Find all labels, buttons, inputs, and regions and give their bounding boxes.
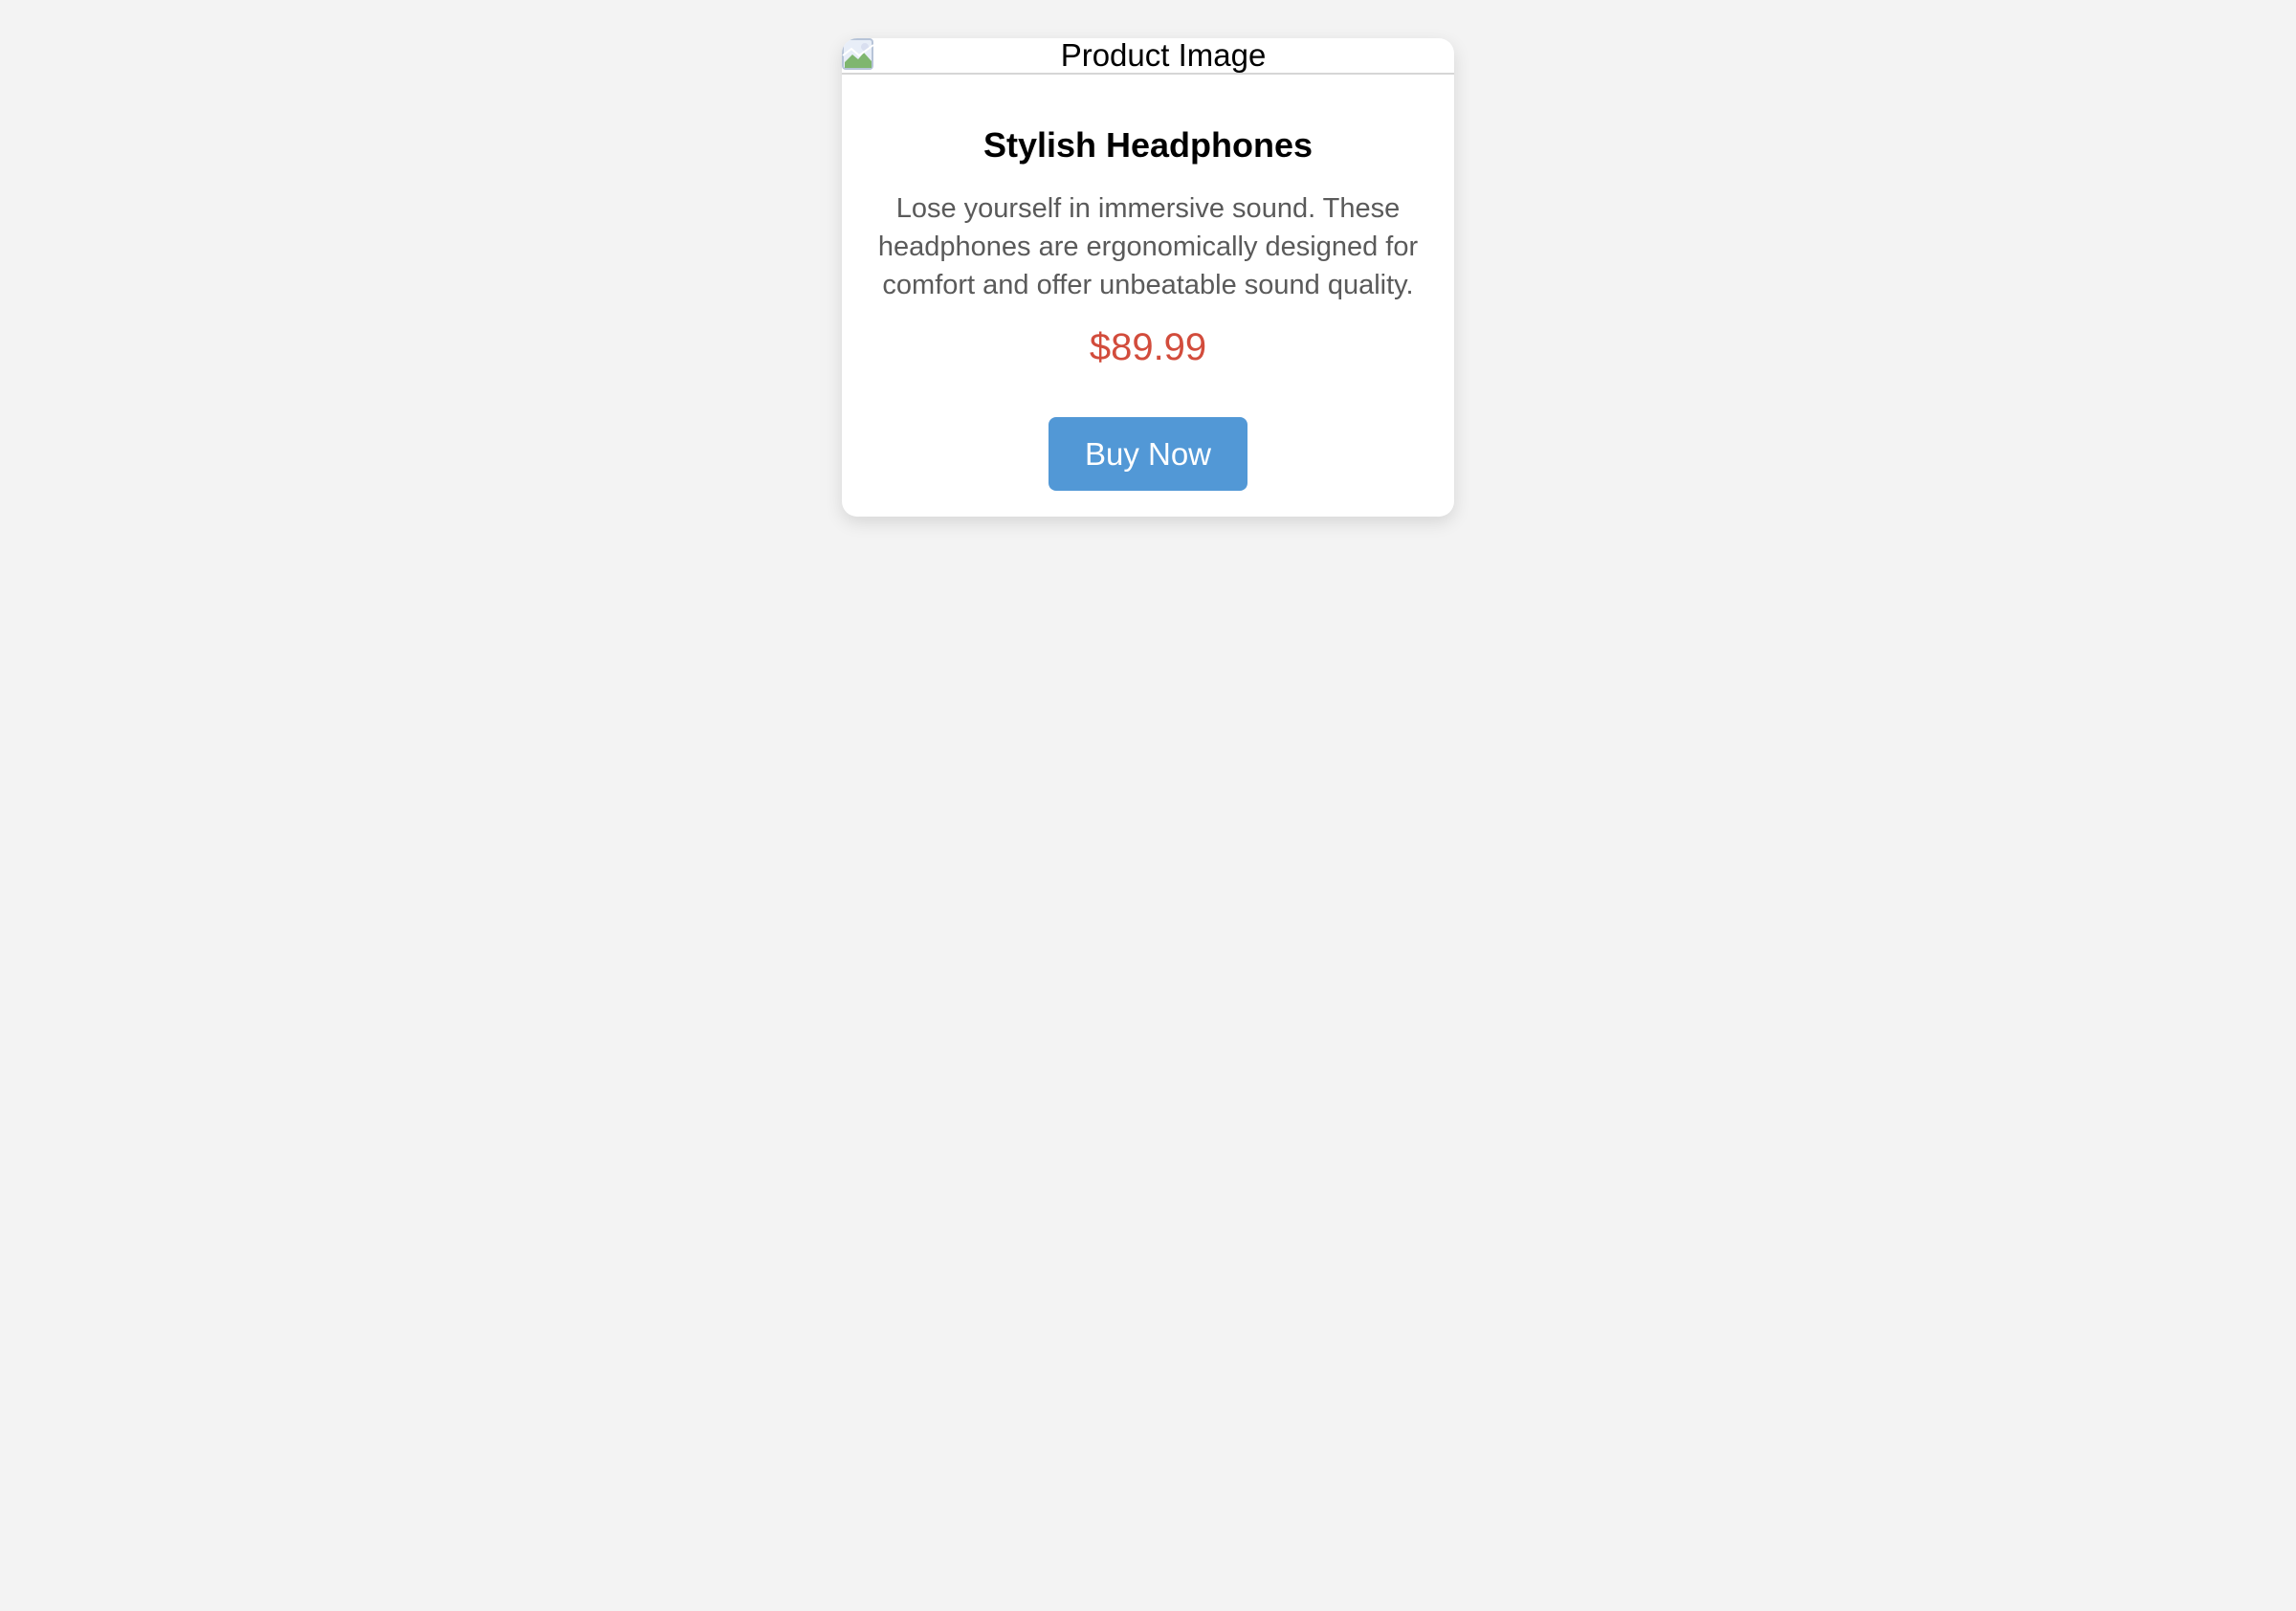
buy-now-button[interactable]: Buy Now xyxy=(1049,417,1247,491)
product-description: Lose yourself in immersive sound. These … xyxy=(877,193,1419,300)
product-image-alt-text: Product Image xyxy=(1060,38,1267,73)
product-image: Product Image xyxy=(842,38,1454,75)
product-details: Stylish Headphones Lose yourself in imme… xyxy=(842,75,1454,491)
broken-image-icon xyxy=(842,38,874,70)
product-title: Stylish Headphones xyxy=(982,125,1314,165)
product-card: Product Image Stylish Headphones Lose yo… xyxy=(842,38,1454,517)
product-price: $89.99 xyxy=(1089,326,1207,368)
